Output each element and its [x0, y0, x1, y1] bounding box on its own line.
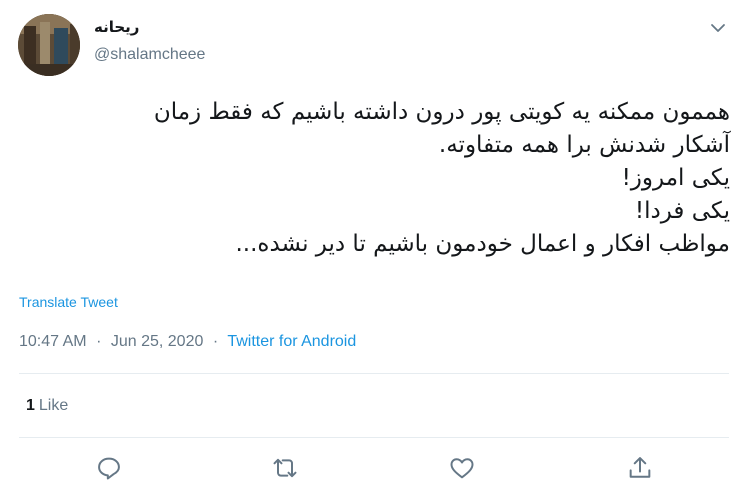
like-label: Like — [38, 397, 69, 414]
tweet-source-link[interactable]: Twitter for Android — [227, 333, 356, 350]
retweet-icon[interactable] — [271, 454, 299, 482]
meta-separator: · — [212, 333, 219, 350]
tweet-date[interactable]: Jun 25, 2020 — [111, 333, 204, 350]
tweet-line: یکی امروز! — [621, 165, 730, 191]
tweet-line: هممون ممکنه یه کویتی پور درون داشته باشی… — [153, 99, 730, 125]
tweet-text: هممون ممکنه یه کویتی پور درون داشته باشی… — [18, 96, 730, 261]
divider — [19, 437, 729, 438]
meta-separator: · — [96, 333, 102, 350]
chevron-down-icon[interactable] — [708, 18, 728, 38]
reply-icon[interactable] — [95, 454, 123, 482]
likes-stat[interactable]: 1 Like — [26, 397, 68, 415]
tweet-line: آشکار شدنش برا همه متفاوته. — [438, 132, 730, 158]
display-name[interactable]: ریحانه — [94, 18, 139, 36]
tweet-line: مواظب افکار و اعمال خودمون باشیم تا دیر … — [235, 231, 731, 257]
translate-tweet-link[interactable]: Translate Tweet — [19, 294, 118, 310]
tweet-line: یکی فردا! — [634, 198, 730, 224]
tweet-meta: 10:47 AM · Jun 25, 2020 · Twitter for An… — [19, 333, 356, 351]
like-count: 1 — [26, 397, 35, 414]
divider — [19, 373, 729, 374]
user-handle[interactable]: @shalamcheee — [94, 46, 205, 64]
tweet-time[interactable]: 10:47 AM — [19, 333, 87, 350]
heart-icon[interactable] — [448, 454, 476, 482]
share-icon[interactable] — [626, 454, 654, 482]
avatar[interactable] — [18, 14, 80, 76]
